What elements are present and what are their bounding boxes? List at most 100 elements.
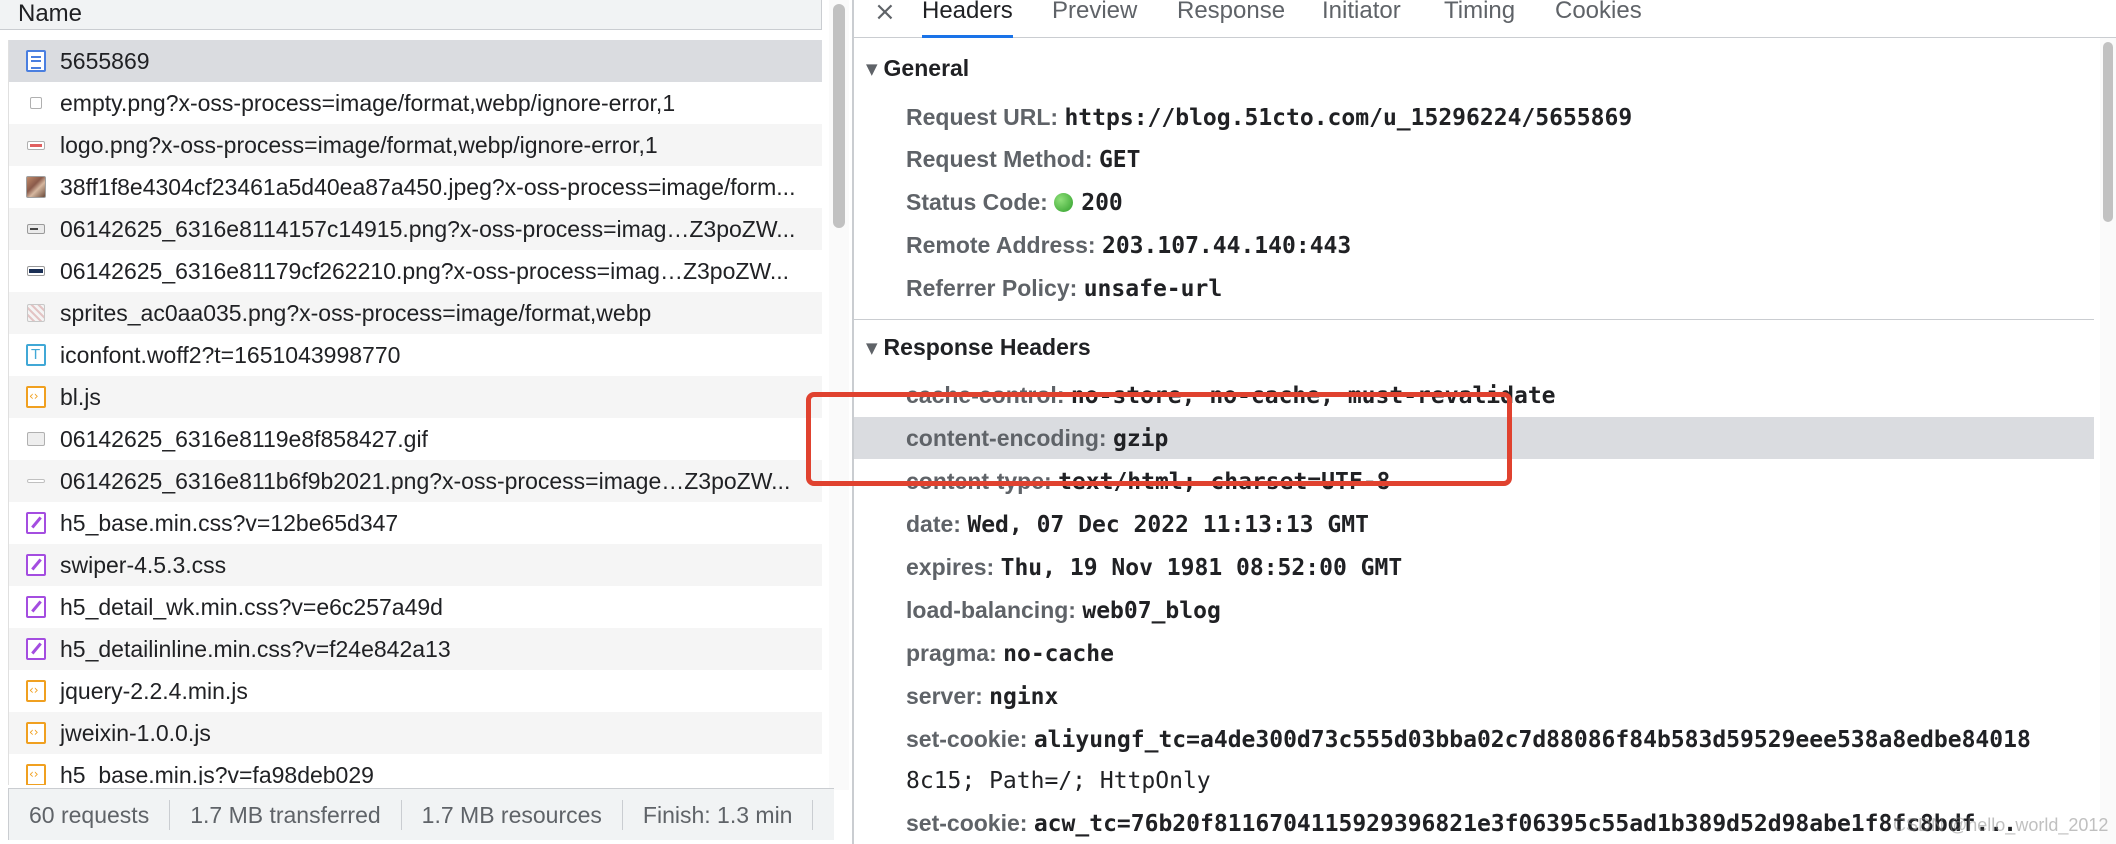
request-row[interactable]: jquery-2.2.4.min.js — [9, 670, 822, 712]
request-row[interactable]: swiper-4.5.3.css — [9, 544, 822, 586]
stylesheet-icon — [26, 638, 46, 660]
request-row[interactable]: empty.png?x-oss-process=image/format,web… — [9, 82, 822, 124]
request-row[interactable]: logo.png?x-oss-process=image/format,webp… — [9, 124, 822, 166]
details-tab-bar: × Headers Preview Response Initiator Tim… — [854, 0, 2116, 38]
request-row[interactable]: sprites_ac0aa035.png?x-oss-process=image… — [9, 292, 822, 334]
header-value-continuation: 8c15; Path=/; HttpOnly — [906, 768, 1211, 794]
request-list-scrollbar-thumb[interactable] — [833, 4, 845, 228]
request-row[interactable]: 06142625_6316e81179cf262210.png?x-oss-pr… — [9, 250, 822, 292]
request-row[interactable]: 06142625_6316e811b6f9b2021.png?x-oss-pro… — [9, 460, 822, 502]
resources-size: 1.7 MB resources — [402, 799, 623, 830]
header-key: set-cookie: aliyungf_tc=a4de300d73c555d0… — [906, 726, 2031, 753]
font-icon — [26, 344, 46, 366]
image-icon — [27, 266, 45, 276]
request-name: h5_detail_wk.min.css?v=e6c257a49d — [60, 594, 443, 620]
general-row: Status Code: 200 — [854, 181, 2094, 223]
close-icon[interactable]: × — [874, 0, 896, 30]
expand-triangle-icon: ▼ — [866, 60, 878, 78]
document-icon — [26, 50, 46, 72]
stylesheet-icon — [26, 512, 46, 534]
image-icon — [27, 141, 45, 150]
details-scrollbar[interactable] — [2100, 38, 2116, 844]
request-name: logo.png?x-oss-process=image/format,webp… — [60, 132, 658, 158]
request-name: empty.png?x-oss-process=image/format,web… — [60, 90, 676, 116]
request-name: h5_base.min.js?v=fa98deb029 — [60, 762, 374, 785]
response-headers-section-title: Response Headers — [883, 334, 1091, 360]
general-key: Request Method: GET — [906, 146, 1141, 173]
request-name: h5_base.min.css?v=12be65d347 — [60, 510, 399, 536]
image-icon — [27, 304, 45, 322]
expand-triangle-icon: ▼ — [866, 339, 878, 357]
general-key: Referrer Policy: unsafe-url — [906, 275, 1223, 302]
request-row[interactable]: h5_base.min.css?v=12be65d347 — [9, 502, 822, 544]
image-icon — [27, 224, 45, 234]
section-divider — [854, 319, 2094, 320]
image-icon — [26, 176, 46, 198]
request-name: h5_detailinline.min.css?v=f24e842a13 — [60, 636, 451, 662]
status-ok-icon — [1054, 193, 1074, 212]
name-column-header[interactable]: Name — [0, 0, 822, 30]
tab-timing[interactable]: Timing — [1444, 0, 1515, 38]
stylesheet-icon — [26, 554, 46, 576]
tab-headers[interactable]: Headers — [922, 0, 1013, 38]
header-key: expires: Thu, 19 Nov 1981 08:52:00 GMT — [906, 554, 1403, 581]
details-scrollbar-thumb[interactable] — [2103, 42, 2113, 222]
network-status-bar: 60 requests 1.7 MB transferred 1.7 MB re… — [8, 788, 834, 840]
request-row[interactable]: iconfont.woff2?t=1651043998770 — [9, 334, 822, 376]
general-section-header[interactable]: ▼ General — [866, 53, 969, 84]
general-value: 203.107.44.140:443 — [1101, 233, 1352, 259]
request-row[interactable]: 06142625_6316e8114157c14915.png?x-oss-pr… — [9, 208, 822, 250]
request-row[interactable]: h5_base.min.js?v=fa98deb029 — [9, 754, 822, 785]
request-row[interactable]: jweixin-1.0.0.js — [9, 712, 822, 754]
general-value: 200 — [1081, 190, 1123, 216]
request-name: sprites_ac0aa035.png?x-oss-process=image… — [60, 300, 652, 326]
name-column-header-label: Name — [18, 0, 83, 27]
header-key: date: Wed, 07 Dec 2022 11:13:13 GMT — [906, 511, 1369, 538]
header-key: server: nginx — [906, 683, 1059, 710]
header-value: Wed, 07 Dec 2022 11:13:13 GMT — [967, 512, 1369, 538]
tab-preview[interactable]: Preview — [1052, 0, 1137, 38]
image-icon — [27, 432, 45, 446]
response-header-row: load-balancing: web07_blog — [854, 589, 2094, 631]
response-header-row: date: Wed, 07 Dec 2022 11:13:13 GMT — [854, 503, 2094, 545]
request-row[interactable]: h5_detail_wk.min.css?v=e6c257a49d — [9, 586, 822, 628]
request-name: 38ff1f8e4304cf23461a5d40ea87a450.jpeg?x-… — [60, 174, 796, 200]
response-header-row: set-cookie: aliyungf_tc=a4de300d73c555d0… — [854, 718, 2094, 802]
request-name: jquery-2.2.4.min.js — [60, 678, 248, 704]
finish-time: Finish: 1.3 min — [623, 799, 814, 830]
tab-cookies[interactable]: Cookies — [1555, 0, 1642, 38]
tab-response[interactable]: Response — [1177, 0, 1285, 38]
request-row[interactable]: bl.js — [9, 376, 822, 418]
header-key: pragma: no-cache — [906, 640, 1114, 667]
request-name: 06142625_6316e8114157c14915.png?x-oss-pr… — [60, 216, 796, 242]
image-icon — [30, 97, 42, 109]
general-section-title: General — [883, 55, 970, 81]
tab-initiator[interactable]: Initiator — [1322, 0, 1401, 38]
header-value: nginx — [989, 684, 1059, 710]
request-row[interactable]: 5655869 — [9, 40, 822, 82]
header-value: Thu, 19 Nov 1981 08:52:00 GMT — [1000, 555, 1403, 581]
general-value: GET — [1098, 147, 1141, 173]
request-name: jweixin-1.0.0.js — [60, 720, 211, 746]
request-name: 06142625_6316e8119e8f858427.gif — [60, 426, 428, 452]
header-value: web07_blog — [1082, 598, 1221, 624]
script-icon — [26, 764, 46, 785]
request-name: 06142625_6316e811b6f9b2021.png?x-oss-pro… — [60, 468, 791, 494]
request-name: swiper-4.5.3.css — [60, 552, 227, 578]
general-value: https://blog.51cto.com/u_15296224/565586… — [1064, 105, 1633, 131]
header-key: set-cookie: acw_tc=76b20f811670411592939… — [906, 810, 2017, 837]
watermark: CSDN @hello_world_2012 — [1893, 815, 2109, 835]
request-row[interactable]: 06142625_6316e8119e8f858427.gif — [9, 418, 822, 460]
response-header-row: server: nginx — [854, 675, 2094, 717]
general-key: Remote Address: 203.107.44.140:443 — [906, 232, 1352, 259]
response-headers-section-header[interactable]: ▼ Response Headers — [866, 332, 1091, 363]
stylesheet-icon — [26, 596, 46, 618]
annotation-highlight-box — [806, 392, 1512, 486]
request-row[interactable]: 38ff1f8e4304cf23461a5d40ea87a450.jpeg?x-… — [9, 166, 822, 208]
request-name: 06142625_6316e81179cf262210.png?x-oss-pr… — [60, 258, 790, 284]
header-value: no-cache — [1003, 641, 1114, 667]
general-row: Referrer Policy: unsafe-url — [854, 267, 2094, 309]
general-key: Request URL: https://blog.51cto.com/u_15… — [906, 104, 1633, 131]
script-icon — [26, 722, 46, 744]
request-row[interactable]: h5_detailinline.min.css?v=f24e842a13 — [9, 628, 822, 670]
